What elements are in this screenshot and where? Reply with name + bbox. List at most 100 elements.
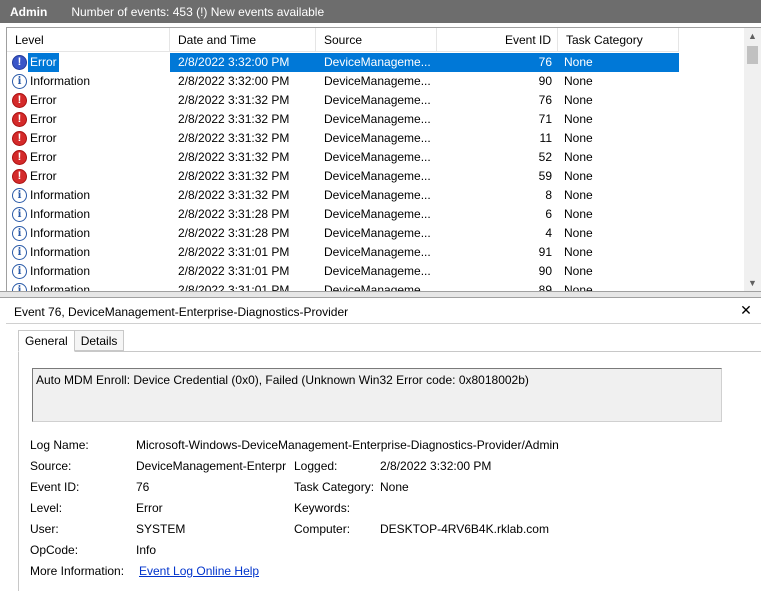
table-row[interactable]: ! Error 2/8/2022 3:31:32 PM DeviceManageme.…: [7, 129, 747, 148]
error-icon: !: [12, 131, 27, 146]
event-id-cell: 76: [538, 93, 552, 107]
column-header-level[interactable]: Level: [7, 28, 170, 52]
event-log-online-help-link[interactable]: Event Log Online Help: [139, 562, 259, 580]
column-header-event-id[interactable]: Event ID: [437, 28, 558, 52]
table-row[interactable]: ! Error 2/8/2022 3:31:32 PM DeviceManageme.…: [7, 110, 747, 129]
date-cell: 2/8/2022 3:31:01 PM: [178, 283, 290, 291]
logged-value: 2/8/2022 3:32:00 PM: [380, 459, 492, 473]
event-id-cell: 52: [538, 150, 552, 164]
table-row[interactable]: i Information 2/8/2022 3:31:28 PM DeviceMan…: [7, 205, 747, 224]
tab-details[interactable]: Details: [73, 330, 125, 351]
level-text: Information: [30, 245, 91, 259]
level-cell: ! Error: [7, 167, 170, 186]
date-cell: 2/8/2022 3:31:01 PM: [178, 245, 290, 259]
scrollbar-thumb[interactable]: [747, 46, 758, 64]
source-cell: DeviceManageme...: [324, 93, 431, 107]
level-cell: ! Error: [7, 148, 170, 167]
level-cell: i Information: [7, 205, 170, 224]
level-text: Information: [30, 188, 91, 202]
scroll-down-icon[interactable]: ▼: [744, 275, 761, 291]
task-category-cell: None: [564, 169, 593, 183]
table-row[interactable]: ! Error 2/8/2022 3:32:00 PM DeviceManageme.…: [7, 53, 747, 72]
table-row[interactable]: ! Error 2/8/2022 3:31:32 PM DeviceManageme.…: [7, 91, 747, 110]
level-text: Error: [30, 150, 57, 164]
event-id-cell: 91: [538, 245, 552, 259]
table-row[interactable]: ! Error 2/8/2022 3:31:32 PM DeviceManageme.…: [7, 148, 747, 167]
events-vertical-scrollbar[interactable]: ▲ ▼: [744, 28, 761, 291]
date-cell: 2/8/2022 3:32:00 PM: [170, 53, 316, 72]
event-description-box[interactable]: Auto MDM Enroll: Device Credential (0x0)…: [32, 368, 722, 422]
level-text: Error: [30, 169, 57, 183]
event-id-label: Event ID:: [30, 480, 80, 494]
task-category-cell: None: [564, 226, 593, 240]
list-header: Level Date and Time Source Event ID Task…: [7, 28, 679, 52]
table-row[interactable]: i Information 2/8/2022 3:31:32 PM DeviceMan…: [7, 186, 747, 205]
task-category-cell: None: [564, 131, 593, 145]
column-header-source[interactable]: Source: [316, 28, 437, 52]
column-header-task-category[interactable]: Task Category: [558, 28, 679, 52]
close-icon[interactable]: ✕: [739, 302, 753, 318]
events-list-pane: Level Date and Time Source Event ID Task…: [6, 27, 761, 291]
source-cell: DeviceManageme...: [316, 53, 437, 72]
source-cell: DeviceManageme...: [324, 150, 431, 164]
log-name-title: Admin: [10, 4, 48, 19]
table-row[interactable]: ! Error 2/8/2022 3:31:32 PM DeviceManageme.…: [7, 167, 747, 186]
task-category-value: None: [380, 480, 409, 494]
event-id-cell: 4: [545, 226, 552, 240]
event-id-cell: 59: [538, 169, 552, 183]
source-cell: DeviceManageme...: [324, 207, 431, 221]
level-value: Error: [136, 501, 163, 515]
level-cell: ! Error: [7, 129, 170, 148]
event-count-text[interactable]: Number of events: 453 (!) New events ava…: [71, 5, 324, 19]
information-icon: i: [12, 283, 27, 291]
task-category-cell: None: [564, 74, 593, 88]
keywords-label: Keywords:: [294, 501, 351, 515]
date-cell: 2/8/2022 3:31:28 PM: [178, 207, 290, 221]
event-id-cell: 8: [545, 188, 552, 202]
level-text: Error: [30, 112, 57, 126]
table-row[interactable]: i Information 2/8/2022 3:31:01 PM DeviceMan…: [7, 281, 747, 291]
level-cell: ! Error: [7, 91, 170, 110]
source-label: Source:: [30, 459, 72, 473]
tab-general[interactable]: General: [18, 330, 75, 352]
date-cell: 2/8/2022 3:31:28 PM: [178, 226, 290, 240]
pane-splitter[interactable]: [0, 291, 761, 298]
events-rows: ! Error 2/8/2022 3:32:00 PM DeviceManageme.…: [7, 53, 747, 291]
table-row[interactable]: i Information 2/8/2022 3:31:01 PM DeviceMan…: [7, 243, 747, 262]
column-header-date-time[interactable]: Date and Time: [170, 28, 316, 52]
task-category-cell: None: [564, 112, 593, 126]
information-icon: i: [12, 188, 27, 203]
user-label: User:: [30, 522, 59, 536]
task-category-cell: None: [564, 150, 593, 164]
information-icon: i: [12, 74, 27, 89]
scroll-up-icon[interactable]: ▲: [744, 28, 761, 45]
date-cell: 2/8/2022 3:31:32 PM: [178, 150, 290, 164]
error-icon: !: [12, 112, 27, 127]
level-text: Information: [30, 207, 91, 221]
task-category-cell: None: [564, 188, 593, 202]
source-cell: DeviceManageme...: [324, 169, 431, 183]
level-cell: i Information: [7, 262, 170, 281]
table-row[interactable]: i Information 2/8/2022 3:31:01 PM DeviceMan…: [7, 262, 747, 281]
computer-value: DESKTOP-4RV6B4K.rklab.com: [380, 522, 549, 536]
source-value: DeviceManagement-Enterpr: [136, 459, 286, 473]
level-label: Level:: [30, 501, 63, 515]
task-category-cell: None: [564, 207, 593, 221]
task-category-cell: None: [558, 53, 679, 72]
event-detail-title: Event 76, DeviceManagement-Enterprise-Di…: [14, 305, 349, 319]
level-text: Error: [30, 131, 57, 145]
detail-tabs: General Details: [18, 330, 125, 352]
source-cell: DeviceManageme...: [324, 245, 431, 259]
date-cell: 2/8/2022 3:32:00 PM: [178, 74, 290, 88]
level-cell: i Information: [7, 224, 170, 243]
table-row[interactable]: i Information 2/8/2022 3:31:28 PM DeviceMan…: [7, 224, 747, 243]
table-row[interactable]: i Information 2/8/2022 3:32:00 PM DeviceMan…: [7, 72, 747, 91]
task-category-cell: None: [564, 283, 593, 291]
more-information-label: More Information:: [30, 564, 125, 578]
event-id-cell: 90: [538, 264, 552, 278]
level-cell: i Information: [7, 243, 170, 262]
source-cell: DeviceManageme...: [324, 112, 431, 126]
log-name-label: Log Name:: [30, 438, 89, 452]
error-icon: !: [12, 169, 27, 184]
title-divider: [6, 323, 761, 324]
